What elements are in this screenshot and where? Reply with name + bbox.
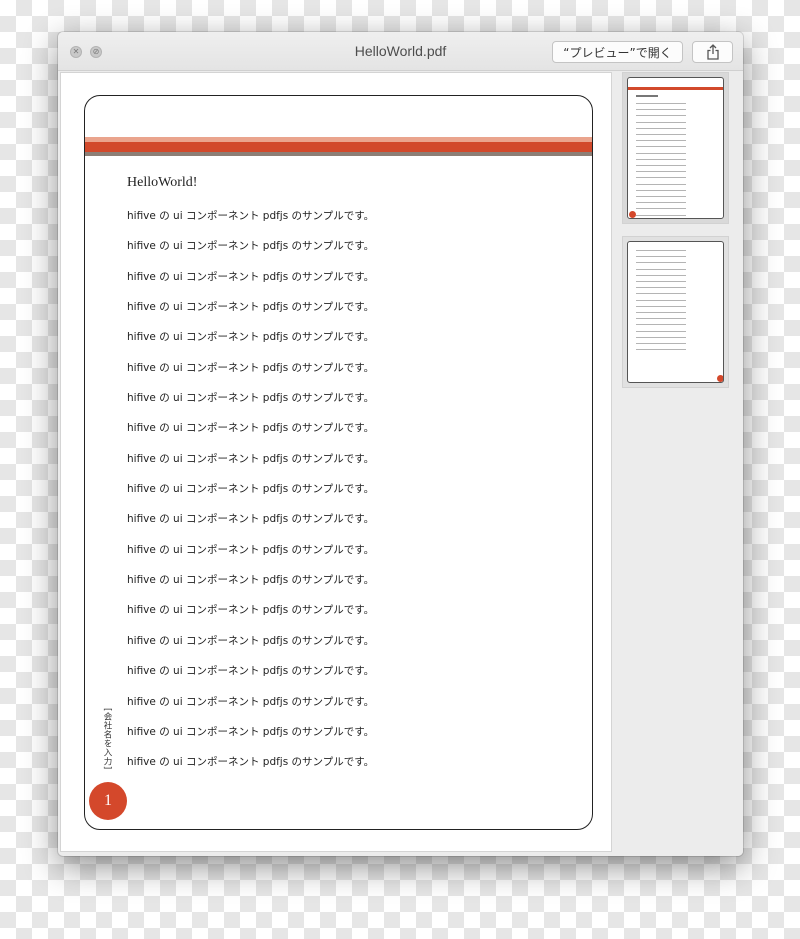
- thumbnail-page-preview: [627, 241, 724, 383]
- share-button[interactable]: [692, 41, 733, 63]
- thumbnail-text-line: [636, 134, 686, 135]
- document-line: hifive の ui コンポーネント pdfjs のサンプルです。: [127, 634, 375, 647]
- document-line: hifive の ui コンポーネント pdfjs のサンプルです。: [127, 240, 375, 253]
- thumbnail-text-line: [636, 299, 686, 301]
- thumbnail-text-line: [636, 165, 686, 166]
- document-line: hifive の ui コンポーネント pdfjs のサンプルです。: [127, 574, 375, 587]
- thumbnail-text-line: [636, 305, 686, 307]
- thumbnail-text-line: [636, 330, 686, 332]
- thumbnail-page-badge: [717, 375, 723, 382]
- page-number-badge: 1: [89, 782, 127, 820]
- thumbnail-text-line: [636, 121, 686, 123]
- open-in-preview-button[interactable]: “プレビュー”で開く: [552, 41, 683, 63]
- document-lines: hifive の ui コンポーネント pdfjs のサンプルです。 hifive…: [127, 208, 374, 785]
- document-line: hifive の ui コンポーネント pdfjs のサンプルです。: [127, 422, 375, 435]
- document-line: hifive の ui コンポーネント pdfjs のサンプルです。: [127, 452, 375, 465]
- thumbnail-text-line: [636, 103, 686, 104]
- thumbnail-page-2[interactable]: [622, 236, 729, 388]
- thumbnail-text-line: [636, 256, 686, 258]
- thumbnail-page-1[interactable]: [622, 72, 729, 224]
- thumbnail-text-line: [636, 293, 686, 295]
- thumbnail-text-line: [636, 318, 686, 320]
- document-line: hifive の ui コンポーネント pdfjs のサンプルです。: [127, 392, 375, 405]
- document-line: hifive の ui コンポーネント pdfjs のサンプルです。: [127, 725, 375, 738]
- company-name-placeholder: [会社名を入力]: [102, 708, 112, 770]
- document-line: hifive の ui コンポーネント pdfjs のサンプルです。: [127, 513, 375, 526]
- thumbnail-text-line: [636, 146, 686, 148]
- thumbnail-text-line: [636, 171, 686, 173]
- thumbnail-text-line: [636, 109, 686, 111]
- document-line: hifive の ui コンポーネント pdfjs のサンプルです。: [127, 695, 375, 708]
- thumbnail-text-line: [636, 196, 686, 197]
- thumbnail-text-line: [636, 281, 686, 282]
- thumbnail-text-line: [636, 343, 686, 344]
- document-line: hifive の ui コンポーネント pdfjs のサンプルです。: [127, 270, 375, 283]
- thumbnail-text-line: [636, 324, 686, 326]
- pdf-page: HelloWorld! hifive の ui コンポーネント pdfjs のサ…: [84, 95, 593, 830]
- thumbnail-text-line: [636, 115, 686, 117]
- document-line: hifive の ui コンポーネント pdfjs のサンプルです。: [127, 210, 375, 222]
- title-bar[interactable]: ✕ ⊘ HelloWorld.pdf “プレビュー”で開く: [58, 32, 743, 71]
- header-band: [85, 142, 592, 152]
- thumbnail-header-band: [628, 87, 723, 90]
- thumbnail-sidebar: [614, 72, 743, 856]
- thumbnail-text-line: [636, 287, 686, 289]
- thumbnail-text-line: [636, 336, 686, 338]
- document-line: hifive の ui コンポーネント pdfjs のサンプルです。: [127, 756, 375, 769]
- thumbnail-text-line: [636, 250, 686, 251]
- thumbnail-text-line: [636, 152, 686, 154]
- document-line: hifive の ui コンポーネント pdfjs のサンプルです。: [127, 301, 375, 314]
- thumbnail-text-line: [636, 208, 686, 210]
- thumbnail-text-line: [636, 140, 686, 142]
- document-line: hifive の ui コンポーネント pdfjs のサンプルです。: [127, 483, 375, 496]
- thumbnail-text-line: [636, 274, 686, 276]
- thumbnail-text-line: [636, 349, 686, 351]
- thumbnail-page-badge: [629, 211, 636, 218]
- thumbnail-text-line: [636, 202, 686, 204]
- thumbnail-text-line: [636, 214, 686, 216]
- document-line: hifive の ui コンポーネント pdfjs のサンプルです。: [127, 665, 375, 678]
- header-band-dark: [85, 152, 592, 156]
- document-line: hifive の ui コンポーネント pdfjs のサンプルです。: [127, 331, 375, 344]
- share-icon: [706, 44, 719, 60]
- thumbnail-text-line: [636, 268, 686, 270]
- document-view[interactable]: HelloWorld! hifive の ui コンポーネント pdfjs のサ…: [60, 72, 612, 852]
- thumbnail-heading: [636, 95, 658, 97]
- thumbnail-page-preview: [627, 77, 724, 219]
- thumbnail-text-line: [636, 177, 686, 179]
- thumbnail-text-line: [636, 158, 686, 160]
- document-line: hifive の ui コンポーネント pdfjs のサンプルです。: [127, 361, 375, 374]
- thumbnail-text-line: [636, 262, 686, 264]
- thumbnail-text-line: [636, 127, 686, 129]
- thumbnail-text-line: [636, 312, 686, 313]
- thumbnail-text-line: [636, 189, 686, 191]
- document-heading: HelloWorld!: [127, 175, 198, 190]
- quicklook-window: ✕ ⊘ HelloWorld.pdf “プレビュー”で開く HelloWorld…: [58, 32, 743, 856]
- document-line: hifive の ui コンポーネント pdfjs のサンプルです。: [127, 604, 375, 617]
- document-line: hifive の ui コンポーネント pdfjs のサンプルです。: [127, 543, 375, 556]
- thumbnail-text-line: [636, 183, 686, 185]
